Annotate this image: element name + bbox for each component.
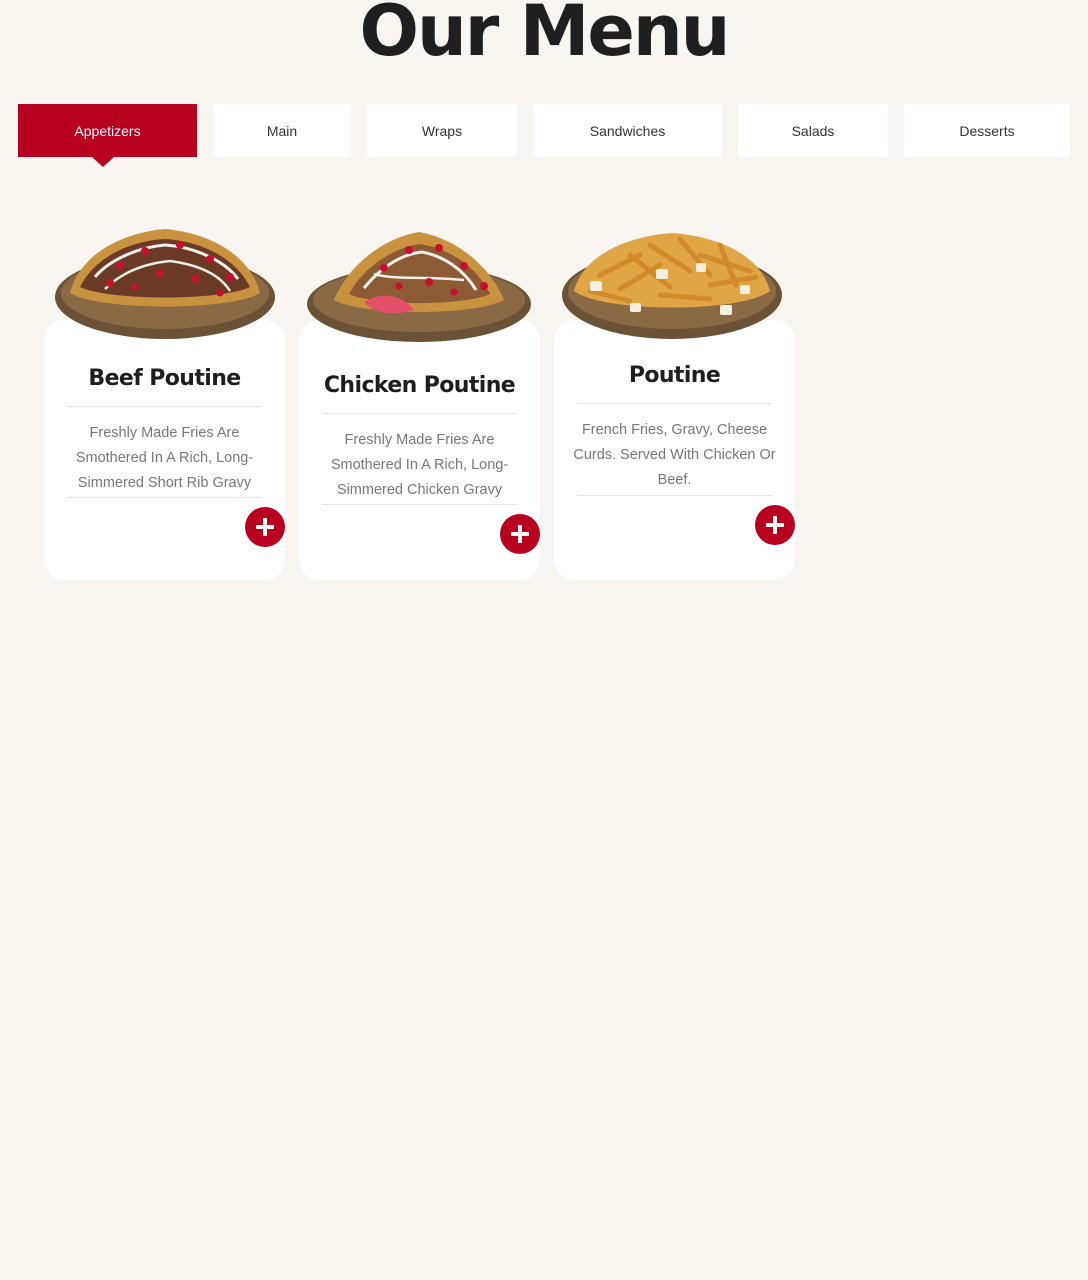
tab-desserts[interactable]: Desserts: [904, 104, 1070, 157]
add-to-cart-button[interactable]: [755, 505, 795, 545]
tab-appetizers[interactable]: Appetizers: [18, 104, 197, 167]
menu-card[interactable]: Poutine French Fries, Gravy, Cheese Curd…: [554, 320, 795, 580]
tab-label: Salads: [791, 122, 835, 139]
tab-label: Wraps: [421, 122, 463, 139]
menu-card[interactable]: Chicken Poutine Freshly Made Fries Are S…: [299, 320, 540, 580]
tab-label: Appetizers: [74, 122, 141, 139]
poutine-image: [562, 233, 782, 339]
add-to-cart-button[interactable]: [245, 507, 285, 547]
menu-item-description: Freshly Made Fries Are Smothered In A Ri…: [330, 432, 509, 498]
menu-card[interactable]: Beef Poutine Freshly Made Fries Are Smot…: [44, 320, 285, 580]
tab-label: Desserts: [959, 122, 1015, 139]
menu-item-description: French Fries, Gravy, Cheese Curds. Serve…: [573, 422, 776, 488]
page-title: Our Menu: [359, 0, 730, 72]
divider: [577, 403, 772, 404]
menu-item-name: Beef Poutine: [88, 366, 241, 391]
active-tab-pointer: [91, 157, 114, 167]
chicken-poutine-image: [307, 232, 531, 342]
menu-item-name: Chicken Poutine: [323, 373, 516, 398]
divider: [322, 504, 517, 505]
menu-page: Our Menu Appetizers Main Wraps Sandwiche…: [0, 0, 1088, 1280]
tab-sandwiches[interactable]: Sandwiches: [533, 104, 722, 157]
menu-item-description: Freshly Made Fries Are Smothered In A Ri…: [75, 425, 254, 491]
tab-label: Main: [266, 122, 298, 139]
tab-label: Sandwiches: [589, 122, 666, 139]
tab-wraps[interactable]: Wraps: [367, 104, 517, 157]
divider: [577, 495, 772, 496]
divider: [67, 406, 262, 407]
divider: [67, 497, 262, 498]
beef-poutine-image: [55, 229, 275, 339]
menu-item-name: Poutine: [628, 363, 721, 388]
add-to-cart-button[interactable]: [500, 514, 540, 554]
divider: [322, 413, 517, 414]
tab-salads[interactable]: Salads: [738, 104, 888, 157]
tab-main[interactable]: Main: [213, 104, 351, 157]
